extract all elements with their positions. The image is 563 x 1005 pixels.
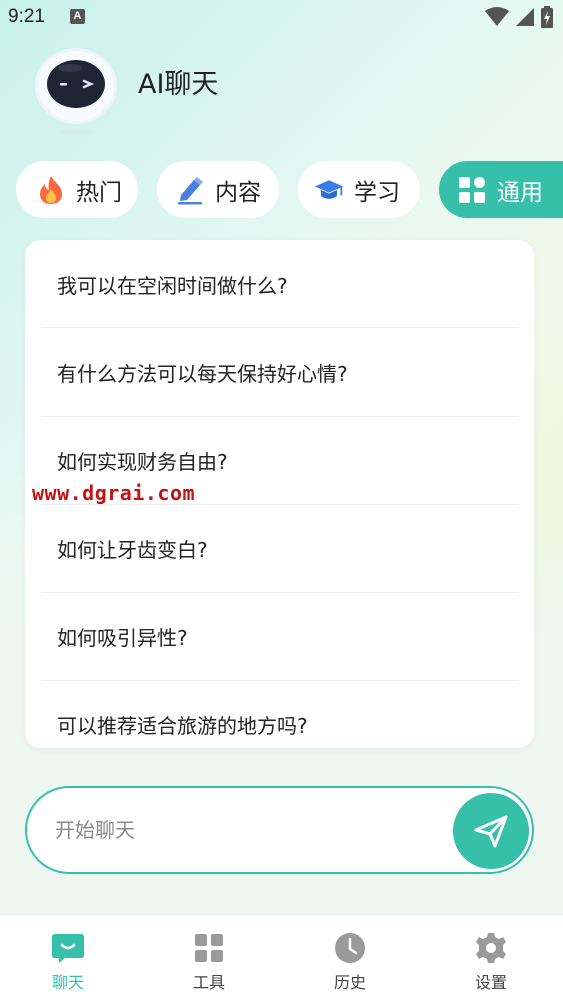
tab-label: 通用	[497, 179, 543, 206]
suggestion-item[interactable]: 有什么方法可以每天保持好心情?	[25, 328, 534, 416]
chat-input-box	[25, 786, 534, 874]
watermark-text: www.dgrai.com	[32, 481, 196, 505]
chat-input[interactable]	[55, 810, 435, 850]
nav-label: 工具	[192, 973, 225, 992]
suggestion-item[interactable]: 我可以在空闲时间做什么?	[25, 240, 534, 328]
graduation-cap-icon	[314, 175, 344, 205]
suggestion-item[interactable]: 如何吸引异性?	[25, 592, 534, 680]
tab-content[interactable]: 内容	[157, 161, 279, 218]
tab-label: 内容	[215, 179, 261, 206]
nav-item-settings[interactable]: 设置	[421, 915, 561, 1005]
status-indicators	[485, 6, 553, 28]
battery-icon	[541, 6, 553, 28]
clock-icon	[333, 931, 367, 965]
chat-icon	[51, 931, 85, 965]
status-bar: 9:21 A	[0, 0, 563, 34]
tab-study[interactable]: 学习	[298, 161, 420, 218]
grid-icon	[457, 175, 487, 205]
nav-label: 聊天	[51, 973, 84, 992]
fire-icon	[36, 175, 66, 205]
tab-hot[interactable]: 热门	[16, 161, 138, 218]
nav-item-history[interactable]: 历史	[280, 915, 420, 1005]
nav-label: 历史	[333, 973, 366, 992]
tab-label: 学习	[354, 179, 400, 206]
page-title: AI聊天	[138, 69, 219, 100]
pen-icon	[175, 175, 205, 205]
status-time: 9:21	[8, 6, 45, 27]
notification-a-icon: A	[70, 9, 85, 24]
send-button[interactable]	[453, 793, 529, 869]
bottom-nav: 聊天 工具 历史 设置	[0, 914, 563, 1005]
suggestion-item[interactable]: 如何让牙齿变白?	[25, 504, 534, 592]
tab-label: 热门	[76, 179, 122, 206]
grid-icon	[192, 931, 226, 965]
signal-icon	[516, 8, 534, 26]
gear-icon	[474, 931, 508, 965]
wifi-icon	[485, 7, 509, 26]
nav-item-chat[interactable]: 聊天	[0, 915, 138, 1005]
suggestion-item[interactable]: 可以推荐适合旅游的地方吗?	[25, 680, 534, 748]
tab-general[interactable]: 通用	[439, 161, 563, 218]
nav-item-tools[interactable]: 工具	[139, 915, 279, 1005]
send-icon	[474, 815, 508, 848]
nav-label: 设置	[474, 973, 507, 992]
robot-mascot-icon	[34, 44, 118, 136]
